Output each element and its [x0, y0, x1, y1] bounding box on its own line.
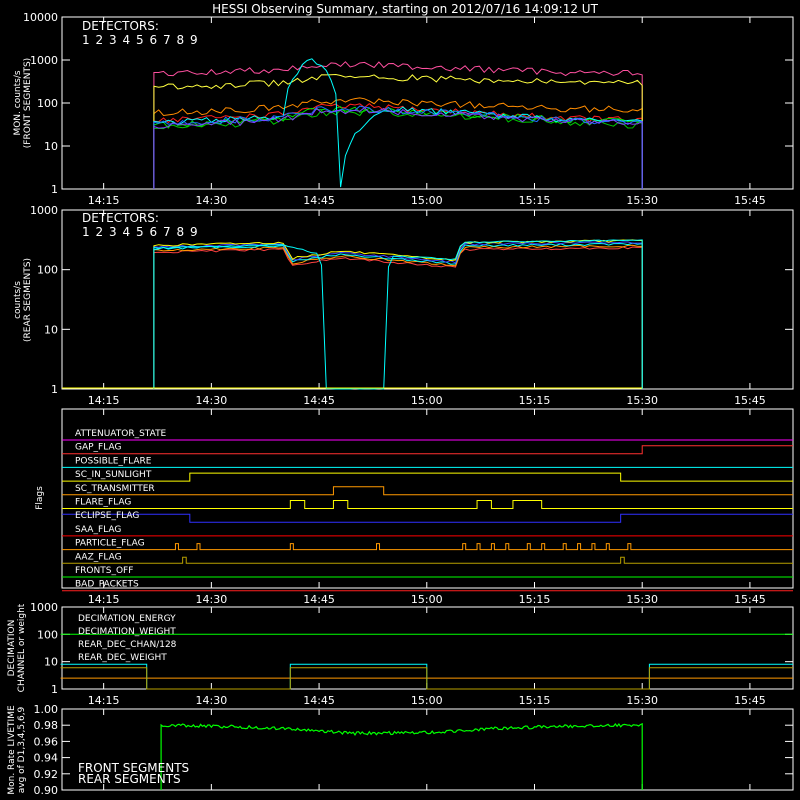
flags-ylabel: Flags	[35, 486, 45, 510]
front-ylabel-2: (FRONT SEGMENTS)	[23, 58, 33, 148]
detector-number: 3	[109, 225, 117, 239]
x-tick-label: 14:15	[88, 394, 120, 407]
flag-label: ECLIPSE_FLAG	[75, 511, 139, 521]
detector-number: 5	[136, 225, 144, 239]
x-tick-label: 15:15	[519, 694, 551, 707]
flag-label: AAZ_FLAG	[75, 552, 122, 562]
rear-y-tick-label: 10	[44, 323, 58, 336]
flag-label: BAD_PACKETS	[75, 580, 139, 590]
x-tick-label: 14:45	[303, 694, 335, 707]
flag-label: POSSIBLE_FLARE	[75, 456, 152, 466]
livetime-y-tick-label: 1.00	[34, 703, 59, 716]
livetime-y-tick-label: 0.98	[34, 719, 59, 732]
decimation-legend-item: DECIMATION_ENERGY	[78, 614, 176, 624]
decimation-legend-item: REAR_DEC_CHAN/128	[78, 640, 177, 650]
detector-number: 9	[190, 33, 198, 47]
x-tick-label: 14:45	[303, 394, 335, 407]
rear-detector-numbers: 123456789	[82, 225, 198, 239]
decimation-legend-item: REAR_DEC_WEIGHT	[78, 653, 167, 663]
x-tick-label: 14:30	[196, 694, 228, 707]
rear-detectors-label: DETECTORS:	[82, 211, 159, 225]
livetime-ylabel-1: Mon. Rate LIVETIME	[7, 705, 17, 795]
x-tick-label: 14:30	[196, 593, 228, 606]
detector-number: 1	[82, 33, 90, 47]
decimation-y-tick-label: 1000	[30, 601, 58, 614]
x-tick-label: 15:30	[626, 593, 658, 606]
flag-label: SC_TRANSMITTER	[75, 484, 155, 494]
x-tick-label: 15:00	[411, 394, 443, 407]
detector-number: 1	[82, 225, 90, 239]
x-tick-label: 15:45	[734, 394, 766, 407]
decimation-y-tick-label: 1	[51, 683, 58, 696]
x-tick-label: 14:45	[303, 194, 335, 207]
x-tick-label: 15:30	[626, 194, 658, 207]
flag-label: FLARE_FLAG	[75, 498, 131, 508]
livetime-legend-rear: REAR SEGMENTS	[78, 772, 181, 786]
rear-ylabel-2: (REAR SEGMENTS)	[23, 258, 33, 342]
livetime-y-tick-label: 0.96	[34, 735, 59, 748]
detector-number: 7	[163, 225, 171, 239]
detector-number: 8	[177, 225, 185, 239]
figure-title: HESSI Observing Summary, starting on 201…	[212, 2, 598, 16]
flag-label: GAP_FLAG	[75, 443, 121, 453]
x-tick-label: 15:00	[411, 194, 443, 207]
front-y-tick-label: 10000	[23, 11, 58, 24]
detector-number: 6	[150, 33, 158, 47]
front-y-tick-label: 10	[44, 140, 58, 153]
front-detectors-label: DETECTORS:	[82, 19, 159, 33]
detector-number: 3	[109, 33, 117, 47]
front-ylabel-1: MON. counts/s	[13, 70, 23, 135]
rear-ylabel-1: counts/s	[13, 281, 23, 319]
rear-y-tick-label: 100	[37, 264, 58, 277]
front-y-tick-label: 1000	[30, 54, 58, 67]
detector-number: 4	[123, 33, 131, 47]
x-tick-label: 14:30	[196, 394, 228, 407]
x-tick-label: 15:45	[734, 593, 766, 606]
x-tick-label: 14:45	[303, 593, 335, 606]
detector-number: 9	[190, 225, 198, 239]
x-tick-label: 15:00	[411, 694, 443, 707]
flag-label: PARTICLE_FLAG	[75, 539, 145, 549]
hessi-summary-figure: HESSI Observing Summary, starting on 201…	[0, 0, 800, 800]
decimation-legend-item: DECIMATION_WEIGHT	[78, 627, 176, 637]
rear-y-tick-label: 1	[51, 383, 58, 396]
flag-label: ATTENUATOR_STATE	[75, 429, 167, 439]
x-tick-label: 15:30	[626, 694, 658, 707]
front-detector-numbers: 123456789	[82, 33, 198, 47]
rear-y-tick-label: 1000	[30, 204, 58, 217]
flag-label: FRONTS_OFF	[75, 566, 133, 576]
detector-number: 2	[96, 33, 104, 47]
x-tick-label: 14:15	[88, 194, 120, 207]
detector-number: 4	[123, 225, 131, 239]
detector-number: 7	[163, 33, 171, 47]
detector-number: 8	[177, 33, 185, 47]
front-y-tick-label: 100	[37, 97, 58, 110]
decimation-y-tick-label: 100	[37, 628, 58, 641]
x-tick-label: 15:30	[626, 394, 658, 407]
flag-label: SC_IN_SUNLIGHT	[75, 470, 152, 480]
livetime-y-tick-label: 0.90	[34, 784, 59, 797]
livetime-y-tick-label: 0.94	[34, 752, 59, 765]
detector-number: 2	[96, 225, 104, 239]
x-tick-label: 15:00	[411, 593, 443, 606]
detector-number: 6	[150, 225, 158, 239]
front-y-tick-label: 1	[51, 183, 58, 196]
detector-number: 5	[136, 33, 144, 47]
x-tick-label: 15:15	[519, 194, 551, 207]
x-tick-label: 15:15	[519, 394, 551, 407]
x-tick-label: 14:30	[196, 194, 228, 207]
flag-label: SAA_FLAG	[75, 525, 121, 535]
x-tick-label: 14:15	[88, 694, 120, 707]
livetime-ylabel-2: avg of D1,3,4,5,6,9	[17, 706, 27, 793]
decimation-y-tick-label: 10	[44, 656, 58, 669]
decimation-ylabel-2: CHANNEL or weight	[17, 603, 27, 692]
x-tick-label: 15:45	[734, 694, 766, 707]
livetime-y-tick-label: 0.92	[34, 768, 59, 781]
decimation-ylabel-1: DECIMATION	[7, 620, 17, 677]
x-tick-label: 15:45	[734, 194, 766, 207]
x-tick-label: 14:15	[88, 593, 120, 606]
x-tick-label: 15:15	[519, 593, 551, 606]
